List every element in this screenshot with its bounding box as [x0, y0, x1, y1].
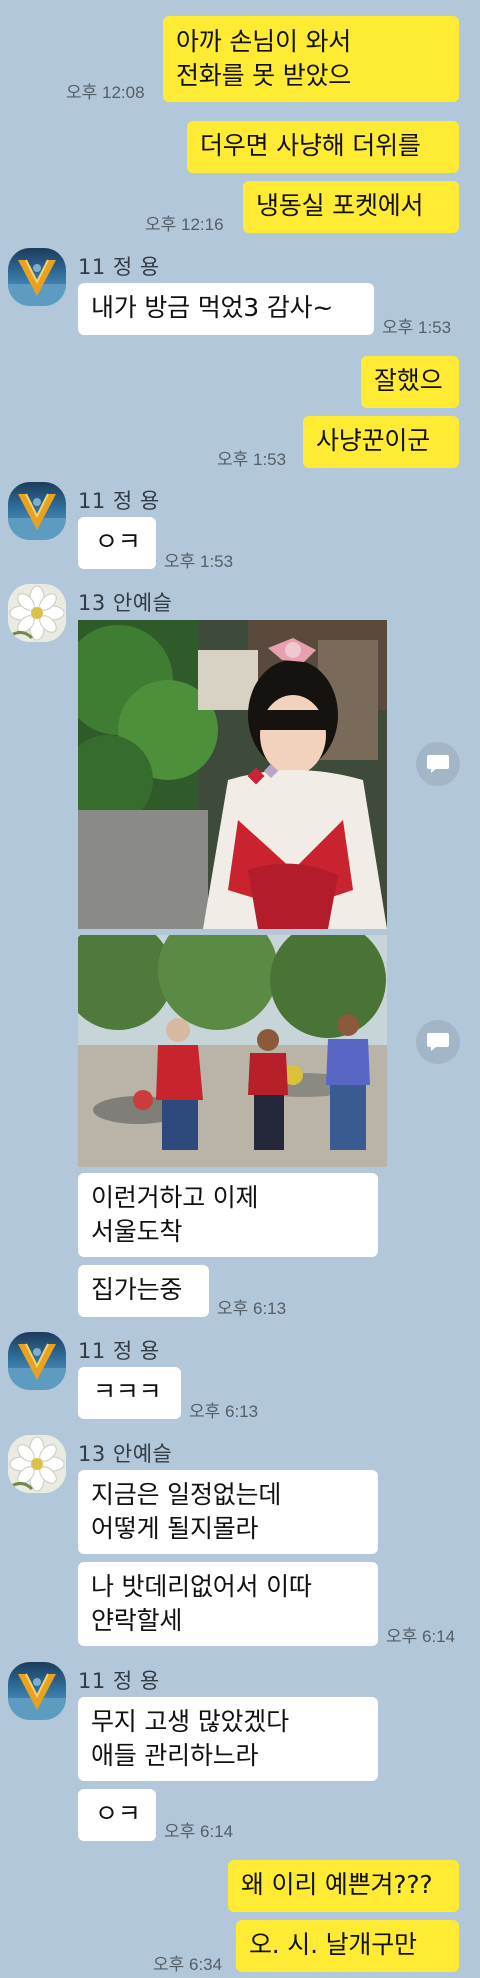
- message-time: 오후 12:08: [66, 83, 145, 102]
- their-message[interactable]: ㅇㅋ: [78, 1789, 156, 1841]
- share-button[interactable]: [416, 742, 460, 786]
- photo-image: [78, 935, 387, 1167]
- v-logo-icon: [8, 259, 66, 306]
- my-message[interactable]: 왜 이리 예쁜겨???: [228, 1860, 459, 1912]
- my-message[interactable]: 냉동실 포켓에서: [243, 181, 459, 233]
- avatar-jung[interactable]: [8, 248, 66, 306]
- photo-group-hanbok[interactable]: [78, 935, 387, 1167]
- their-message[interactable]: 내가 방금 먹었3 감사~: [78, 283, 374, 335]
- message-time: 오후 6:14: [164, 1822, 234, 1841]
- avatar-ahn[interactable]: [8, 1435, 66, 1493]
- sender-name: 11 정 용: [78, 1669, 160, 1693]
- white-flower-icon: [8, 1435, 66, 1493]
- message-time: 오후 1:53: [164, 552, 234, 571]
- sender-name: 13 안예슬: [78, 1442, 173, 1466]
- my-message[interactable]: 더우면 사냥해 더위를: [187, 121, 459, 173]
- message-time: 오후 6:14: [386, 1627, 456, 1646]
- their-message[interactable]: ㅇㅋ: [78, 517, 156, 569]
- my-message[interactable]: 오. 시. 날개구만: [236, 1920, 459, 1972]
- their-message[interactable]: 지금은 일정없는데 어떻게 될지몰라: [78, 1470, 378, 1554]
- v-logo-icon: [8, 1343, 66, 1390]
- their-message[interactable]: ㅋㅋㅋ: [78, 1367, 181, 1419]
- their-message[interactable]: 나 밧데리없어서 이따 얀락할세: [78, 1562, 378, 1646]
- sender-name: 11 정 용: [78, 1339, 160, 1363]
- avatar-jung[interactable]: [8, 1662, 66, 1720]
- v-logo-icon: [8, 1673, 66, 1720]
- my-message[interactable]: 잘했으: [361, 356, 459, 408]
- photo-image: [78, 620, 387, 929]
- message-time: 오후 6:34: [153, 1955, 223, 1974]
- avatar-jung[interactable]: [8, 482, 66, 540]
- their-message[interactable]: 무지 고생 많았겠다 애들 관리하느라: [78, 1697, 378, 1781]
- speech-bubble-share-icon: [427, 755, 449, 773]
- their-message[interactable]: 집가는중: [78, 1265, 209, 1317]
- photo-selfie-hanbok[interactable]: [78, 620, 387, 929]
- sender-name: 11 정 용: [78, 255, 160, 279]
- v-logo-icon: [8, 493, 66, 540]
- message-time: 오후 1:53: [382, 318, 452, 337]
- their-message[interactable]: 이런거하고 이제 서울도착: [78, 1173, 378, 1257]
- sender-name: 11 정 용: [78, 489, 160, 513]
- avatar-ahn[interactable]: [8, 584, 66, 642]
- speech-bubble-share-icon: [427, 1033, 449, 1051]
- sender-name: 13 안예슬: [78, 591, 173, 615]
- message-time: 오후 6:13: [189, 1402, 259, 1421]
- my-message[interactable]: 사냥꾼이군: [303, 416, 459, 468]
- white-flower-icon: [8, 584, 66, 642]
- message-time: 오후 12:16: [145, 215, 224, 234]
- message-time: 오후 1:53: [217, 450, 287, 469]
- share-button[interactable]: [416, 1020, 460, 1064]
- my-message[interactable]: 아까 손님이 와서 전화를 못 받았으: [163, 16, 459, 102]
- message-time: 오후 6:13: [217, 1299, 287, 1318]
- avatar-jung[interactable]: [8, 1332, 66, 1390]
